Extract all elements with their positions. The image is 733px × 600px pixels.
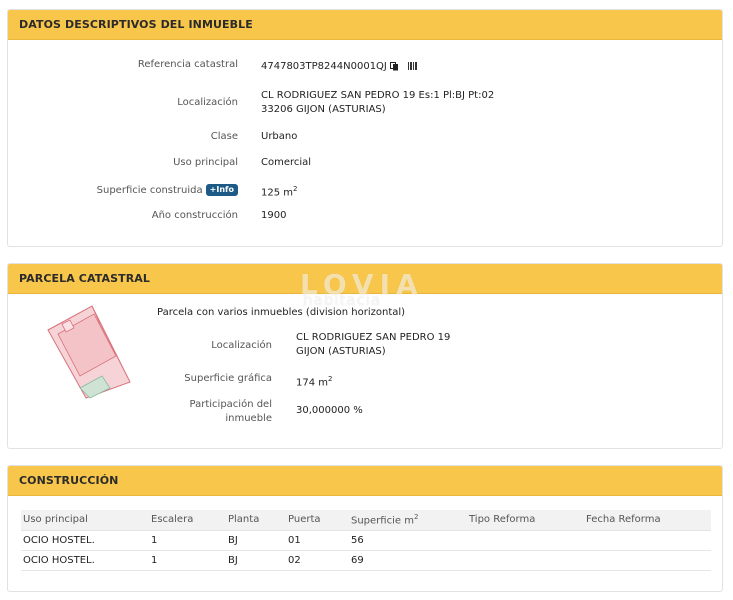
- table-row: OCIO HOSTEL. 1 BJ 01 56: [21, 530, 711, 551]
- superficie-grafica-unit-sup: 2: [328, 375, 333, 383]
- superficie-construida-unit-sup: 2: [293, 185, 298, 193]
- parcela-localizacion-label: Localización: [211, 340, 272, 351]
- parcela-localizacion-line2: GIJON (ASTURIAS): [296, 346, 386, 357]
- localizacion-label: Localización: [177, 97, 238, 108]
- cell-fecha-reforma: [584, 530, 711, 551]
- cell-planta: BJ: [226, 530, 286, 551]
- parcela-localizacion-value: CL RODRIGUEZ SAN PEDRO 19 GIJON (ASTURIA…: [296, 331, 450, 359]
- cell-superficie: 56: [349, 530, 467, 551]
- table-row: OCIO HOSTEL. 1 BJ 02 69: [21, 550, 711, 571]
- cell-planta: BJ: [226, 550, 286, 571]
- col-superficie-sup: 2: [413, 513, 419, 522]
- datos-descriptivos-header: DATOS DESCRIPTIVOS DEL INMUEBLE: [8, 10, 722, 40]
- ano-construccion-value: 1900: [261, 210, 287, 221]
- col-tipo-reforma: Tipo Reforma: [467, 510, 584, 531]
- referencia-catastral-text[interactable]: 4747803TP8244N0001QJ: [261, 61, 387, 72]
- referencia-catastral-label: Referencia catastral: [137, 59, 238, 70]
- info-badge-button[interactable]: +Info: [205, 184, 238, 196]
- superficie-construida-text: 125 m: [261, 187, 294, 199]
- col-fecha-reforma: Fecha Reforma: [584, 510, 711, 531]
- parcel-map-image[interactable]: [40, 302, 140, 402]
- participacion-value: 30,000000 %: [296, 405, 363, 416]
- col-superficie-text: Superficie m: [351, 515, 414, 527]
- cell-superficie: 69: [349, 550, 467, 571]
- localizacion-line1: CL RODRIGUEZ SAN PEDRO 19 Es:1 Pl:BJ Pt:…: [261, 90, 495, 101]
- localizacion-value: CL RODRIGUEZ SAN PEDRO 19 Es:1 Pl:BJ Pt:…: [261, 89, 494, 117]
- datos-descriptivos-panel: DATOS DESCRIPTIVOS DEL INMUEBLE Referenc…: [7, 9, 723, 247]
- cell-uso: OCIO HOSTEL.: [21, 550, 149, 571]
- barcode-icon[interactable]: [407, 62, 418, 70]
- clase-value: Urbano: [261, 131, 298, 142]
- participacion-label: Participación del inmueble: [190, 398, 272, 426]
- participacion-label-line2: inmueble: [225, 413, 272, 424]
- construccion-header: CONSTRUCCIÓN: [8, 466, 722, 496]
- cell-fecha-reforma: [584, 550, 711, 571]
- cell-escalera: 1: [149, 550, 226, 571]
- copy-icon[interactable]: [389, 61, 399, 71]
- table-header-row: Uso principal Escalera Planta Puerta Sup…: [21, 510, 711, 531]
- construccion-panel: CONSTRUCCIÓN Uso principal Escalera Plan…: [7, 465, 723, 592]
- uso-principal-label: Uso principal: [173, 157, 238, 168]
- superficie-grafica-value: 174 m2: [296, 372, 332, 390]
- cell-tipo-reforma: [467, 530, 584, 551]
- cell-uso: OCIO HOSTEL.: [21, 530, 149, 551]
- col-puerta: Puerta: [286, 510, 349, 531]
- cell-puerta: 02: [286, 550, 349, 571]
- col-superficie: Superficie m2: [349, 510, 467, 531]
- parcela-localizacion-line1: CL RODRIGUEZ SAN PEDRO 19: [296, 332, 451, 343]
- superficie-construida-label-group: Superficie construida +Info: [97, 184, 238, 196]
- superficie-construida-value: 125 m2: [261, 182, 297, 200]
- superficie-grafica-text: 174 m: [296, 377, 329, 389]
- cell-puerta: 01: [286, 530, 349, 551]
- cell-escalera: 1: [149, 530, 226, 551]
- construccion-table: Uso principal Escalera Planta Puerta Sup…: [21, 510, 711, 571]
- localizacion-line2: 33206 GIJON (ASTURIAS): [261, 104, 386, 115]
- referencia-catastral-value: 4747803TP8244N0001QJ: [261, 60, 418, 74]
- col-uso-principal: Uso principal: [21, 510, 149, 531]
- ano-construccion-label: Año construcción: [151, 210, 238, 221]
- superficie-grafica-label: Superficie gráfica: [184, 373, 272, 384]
- watermark-subtext: habitacia: [303, 291, 382, 309]
- col-escalera: Escalera: [149, 510, 226, 531]
- participacion-label-line1: Participación del: [189, 399, 272, 410]
- uso-principal-value: Comercial: [261, 157, 312, 168]
- cell-tipo-reforma: [467, 550, 584, 571]
- superficie-construida-label: Superficie construida: [96, 185, 203, 196]
- col-planta: Planta: [226, 510, 286, 531]
- clase-label: Clase: [210, 131, 238, 142]
